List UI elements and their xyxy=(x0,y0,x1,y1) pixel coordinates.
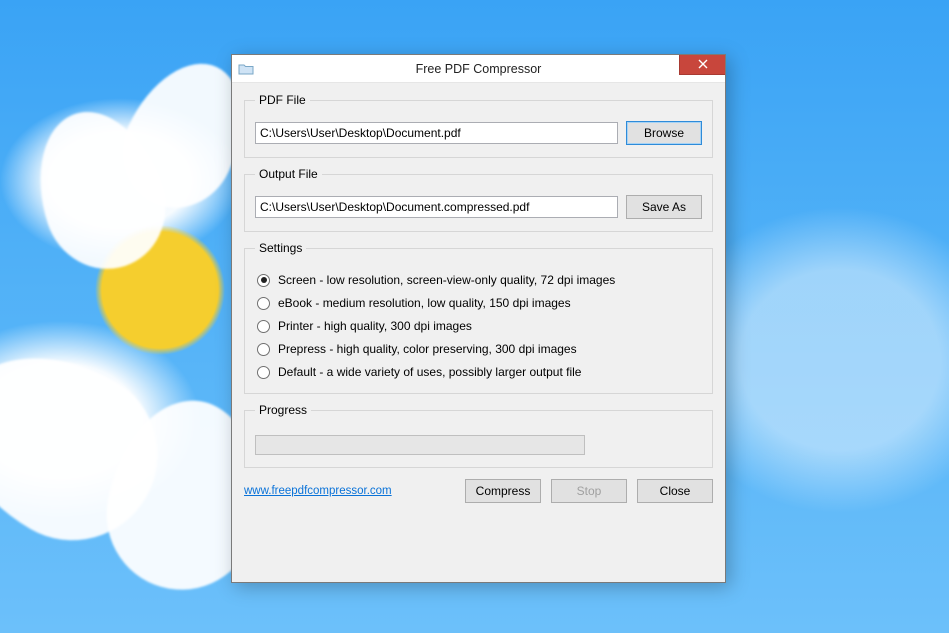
output-file-group-label: Output File xyxy=(255,167,322,181)
radio-icon[interactable] xyxy=(257,297,270,310)
settings-option-label: Default - a wide variety of uses, possib… xyxy=(278,365,581,379)
radio-icon[interactable] xyxy=(257,366,270,379)
close-button[interactable]: Close xyxy=(637,479,713,503)
pdf-file-path-input[interactable] xyxy=(255,122,618,144)
titlebar[interactable]: Free PDF Compressor xyxy=(232,55,725,83)
radio-icon[interactable] xyxy=(257,274,270,287)
stop-button[interactable]: Stop xyxy=(551,479,627,503)
settings-option[interactable]: Printer - high quality, 300 dpi images xyxy=(257,319,700,333)
progress-group: Progress xyxy=(244,403,713,468)
settings-option-label: eBook - medium resolution, low quality, … xyxy=(278,296,571,310)
settings-group: Settings Screen - low resolution, screen… xyxy=(244,241,713,394)
folder-icon xyxy=(238,63,254,75)
pdf-file-group: PDF File Browse xyxy=(244,93,713,158)
website-link[interactable]: www.freepdfcompressor.com xyxy=(244,485,392,497)
progress-bar xyxy=(255,435,585,455)
desktop-wallpaper: Free PDF Compressor PDF File Browse Outp… xyxy=(0,0,949,633)
client-area: PDF File Browse Output File Save As Sett… xyxy=(232,83,725,582)
settings-option-label: Screen - low resolution, screen-view-onl… xyxy=(278,273,615,287)
browse-button[interactable]: Browse xyxy=(626,121,702,145)
app-window: Free PDF Compressor PDF File Browse Outp… xyxy=(231,54,726,583)
footer: www.freepdfcompressor.com Compress Stop … xyxy=(244,477,713,503)
radio-icon[interactable] xyxy=(257,320,270,333)
settings-option[interactable]: eBook - medium resolution, low quality, … xyxy=(257,296,700,310)
compress-button[interactable]: Compress xyxy=(465,479,541,503)
output-file-group: Output File Save As xyxy=(244,167,713,232)
pdf-file-group-label: PDF File xyxy=(255,93,310,107)
save-as-button[interactable]: Save As xyxy=(626,195,702,219)
settings-group-label: Settings xyxy=(255,241,306,255)
progress-group-label: Progress xyxy=(255,403,311,417)
close-window-button[interactable] xyxy=(679,55,725,75)
window-title: Free PDF Compressor xyxy=(232,62,725,76)
settings-option-label: Printer - high quality, 300 dpi images xyxy=(278,319,472,333)
radio-icon[interactable] xyxy=(257,343,270,356)
settings-option[interactable]: Prepress - high quality, color preservin… xyxy=(257,342,700,356)
settings-option-label: Prepress - high quality, color preservin… xyxy=(278,342,577,356)
output-file-path-input[interactable] xyxy=(255,196,618,218)
settings-option[interactable]: Default - a wide variety of uses, possib… xyxy=(257,365,700,379)
settings-option[interactable]: Screen - low resolution, screen-view-onl… xyxy=(257,273,700,287)
